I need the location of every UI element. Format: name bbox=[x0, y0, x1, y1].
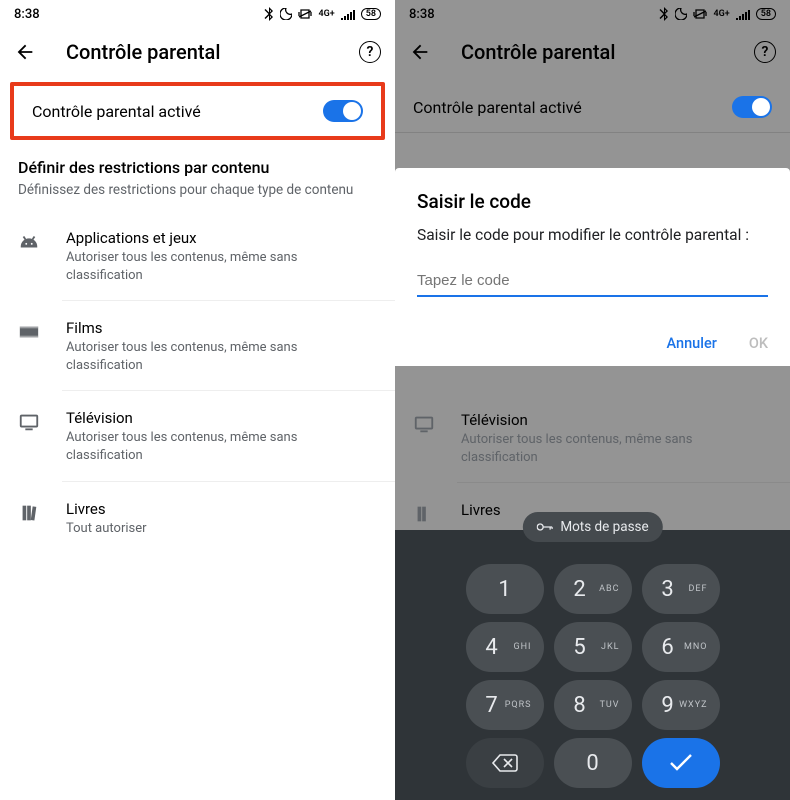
cancel-button[interactable]: Annuler bbox=[667, 335, 717, 352]
battery-icon: 58 bbox=[361, 8, 381, 20]
back-icon[interactable] bbox=[409, 41, 437, 63]
pin-input[interactable] bbox=[417, 268, 768, 297]
section-sub: Définissez des restrictions pour chaque … bbox=[18, 181, 377, 199]
item-title: Livres bbox=[461, 501, 501, 519]
item-sub: Tout autoriser bbox=[66, 520, 147, 538]
toggle-row[interactable]: Contrôle parental activé bbox=[14, 86, 381, 136]
check-icon bbox=[669, 754, 693, 772]
signal-4g-icon: 4G+ bbox=[318, 9, 334, 19]
key-submit[interactable] bbox=[642, 738, 720, 788]
backspace-icon bbox=[492, 754, 518, 772]
password-chip-label: Mots de passe bbox=[560, 519, 648, 535]
books-icon bbox=[413, 503, 437, 527]
signal-bars-icon bbox=[736, 9, 750, 20]
help-icon[interactable]: ? bbox=[754, 41, 776, 63]
status-right-icons: 4G+ 58 bbox=[659, 7, 776, 21]
ok-button[interactable]: OK bbox=[749, 335, 768, 352]
list-item-tv[interactable]: Télévision Autoriser tous les contenus, … bbox=[0, 391, 395, 480]
key-0[interactable]: 0 bbox=[554, 738, 632, 788]
list-item-apps[interactable]: Applications et jeux Autoriser tous les … bbox=[0, 211, 395, 300]
item-title: Livres bbox=[66, 500, 147, 518]
moon-icon bbox=[280, 8, 292, 20]
books-icon bbox=[18, 502, 42, 526]
item-title: Applications et jeux bbox=[66, 229, 377, 247]
key-2[interactable]: 2ABC bbox=[554, 564, 632, 614]
key-3[interactable]: 3DEF bbox=[642, 564, 720, 614]
toggle-switch[interactable] bbox=[732, 96, 772, 118]
screen-enter-pin: 8:38 4G+ 58 Contrôle parental ? Contrôle… bbox=[395, 0, 790, 800]
status-bar: 8:38 4G+ 58 bbox=[395, 0, 790, 26]
list-item-books[interactable]: Livres Tout autoriser bbox=[0, 482, 395, 554]
numeric-keyboard: Mots de passe 1 2ABC 3DEF 4GHI 5JKL 6MNO… bbox=[395, 530, 790, 800]
titlebar: Contrôle parental ? bbox=[395, 26, 790, 82]
key-4[interactable]: 4GHI bbox=[466, 622, 544, 672]
key-1[interactable]: 1 bbox=[466, 564, 544, 614]
dialog-actions: Annuler OK bbox=[417, 335, 768, 352]
vibrate-icon bbox=[693, 8, 707, 20]
list-item-tv[interactable]: Télévision Autoriser tous les contenus, … bbox=[395, 393, 790, 482]
page-title: Contrôle parental bbox=[461, 40, 754, 64]
moon-icon bbox=[675, 8, 687, 20]
toggle-label: Contrôle parental activé bbox=[32, 102, 201, 121]
signal-bars-icon bbox=[341, 9, 355, 20]
key-5[interactable]: 5JKL bbox=[554, 622, 632, 672]
list-item-films[interactable]: Films Autoriser tous les contenus, même … bbox=[0, 301, 395, 390]
status-time: 8:38 bbox=[14, 7, 40, 22]
key-6[interactable]: 6MNO bbox=[642, 622, 720, 672]
item-title: Télévision bbox=[461, 411, 772, 429]
toggle-label: Contrôle parental activé bbox=[413, 98, 582, 117]
back-icon[interactable] bbox=[14, 41, 42, 63]
item-sub: Autoriser tous les contenus, même sans c… bbox=[461, 431, 772, 466]
bluetooth-icon bbox=[264, 7, 274, 21]
key-7[interactable]: 7PQRS bbox=[466, 680, 544, 730]
key-9[interactable]: 9WXYZ bbox=[642, 680, 720, 730]
key-icon bbox=[536, 522, 552, 532]
password-chip[interactable]: Mots de passe bbox=[522, 512, 662, 542]
page-title: Contrôle parental bbox=[66, 40, 359, 64]
tv-icon bbox=[413, 413, 437, 437]
signal-4g-icon: 4G+ bbox=[713, 9, 729, 19]
section-heading: Définir des restrictions par contenu bbox=[18, 158, 377, 177]
tv-icon bbox=[18, 411, 42, 435]
key-8[interactable]: 8TUV bbox=[554, 680, 632, 730]
key-backspace[interactable] bbox=[466, 738, 544, 788]
item-sub: Autoriser tous les contenus, même sans c… bbox=[66, 429, 377, 464]
section-header: Définir des restrictions par contenu Déf… bbox=[0, 140, 395, 211]
status-right-icons: 4G+ 58 bbox=[264, 7, 381, 21]
help-icon[interactable]: ? bbox=[359, 41, 381, 63]
film-icon bbox=[18, 321, 42, 345]
highlight-box: Contrôle parental activé bbox=[10, 82, 385, 140]
toggle-row[interactable]: Contrôle parental activé bbox=[395, 82, 790, 132]
vibrate-icon bbox=[298, 8, 312, 20]
screen-parental-controls: 8:38 4G+ 58 Contrôle parental ? Cont bbox=[0, 0, 395, 800]
toggle-switch[interactable] bbox=[323, 100, 363, 122]
dialog-message: Saisir le code pour modifier le contrôle… bbox=[417, 225, 768, 246]
item-title: Films bbox=[66, 319, 377, 337]
battery-icon: 58 bbox=[756, 8, 776, 20]
item-sub: Autoriser tous les contenus, même sans c… bbox=[66, 249, 377, 284]
pin-dialog: Saisir le code Saisir le code pour modif… bbox=[395, 168, 790, 366]
titlebar: Contrôle parental ? bbox=[0, 26, 395, 82]
item-sub: Autoriser tous les contenus, même sans c… bbox=[66, 339, 377, 374]
dialog-title: Saisir le code bbox=[417, 190, 768, 213]
status-time: 8:38 bbox=[409, 7, 435, 22]
status-bar: 8:38 4G+ 58 bbox=[0, 0, 395, 26]
item-title: Télévision bbox=[66, 409, 377, 427]
android-icon bbox=[18, 231, 42, 255]
bluetooth-icon bbox=[659, 7, 669, 21]
